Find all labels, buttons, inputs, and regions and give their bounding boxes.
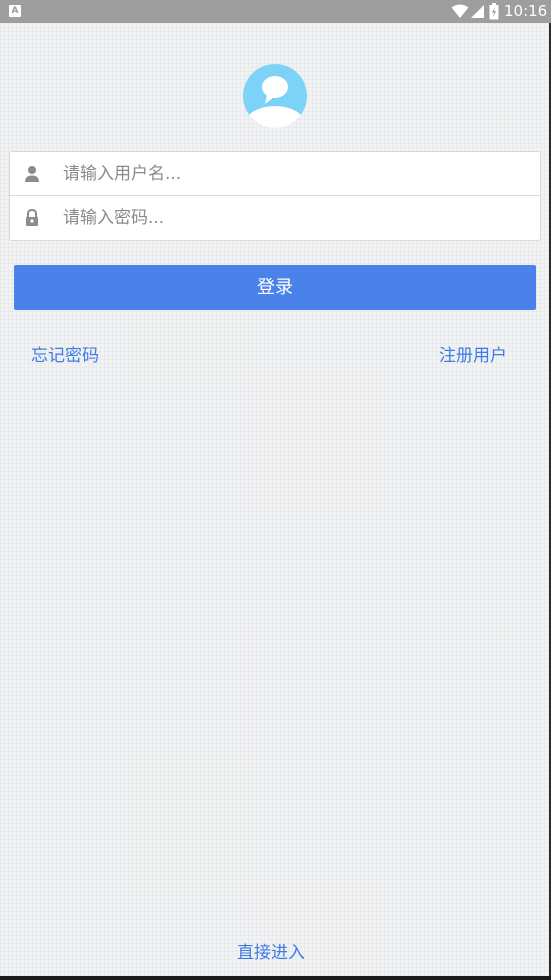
notification-a-icon: A: [9, 5, 21, 17]
status-bar: A 10:16: [0, 0, 551, 23]
username-row: [10, 152, 540, 196]
wifi-icon: [451, 4, 469, 18]
register-link[interactable]: 注册用户: [439, 345, 507, 367]
direct-enter-link[interactable]: 直接进入: [237, 942, 305, 964]
login-button[interactable]: 登录: [14, 265, 536, 310]
battery-icon: [489, 3, 499, 20]
password-row: [10, 196, 540, 240]
avatar: [243, 64, 307, 128]
password-input[interactable]: [63, 202, 523, 234]
forgot-password-link[interactable]: 忘记密码: [31, 345, 99, 367]
login-form: [9, 151, 541, 241]
username-input[interactable]: [63, 158, 523, 190]
status-time: 10:16: [504, 2, 548, 20]
screen-edge-bottom: [0, 976, 551, 980]
lock-icon: [26, 209, 38, 226]
user-icon: [25, 166, 39, 182]
user-chat-avatar-icon: [243, 64, 307, 128]
signal-icon: [471, 5, 484, 18]
